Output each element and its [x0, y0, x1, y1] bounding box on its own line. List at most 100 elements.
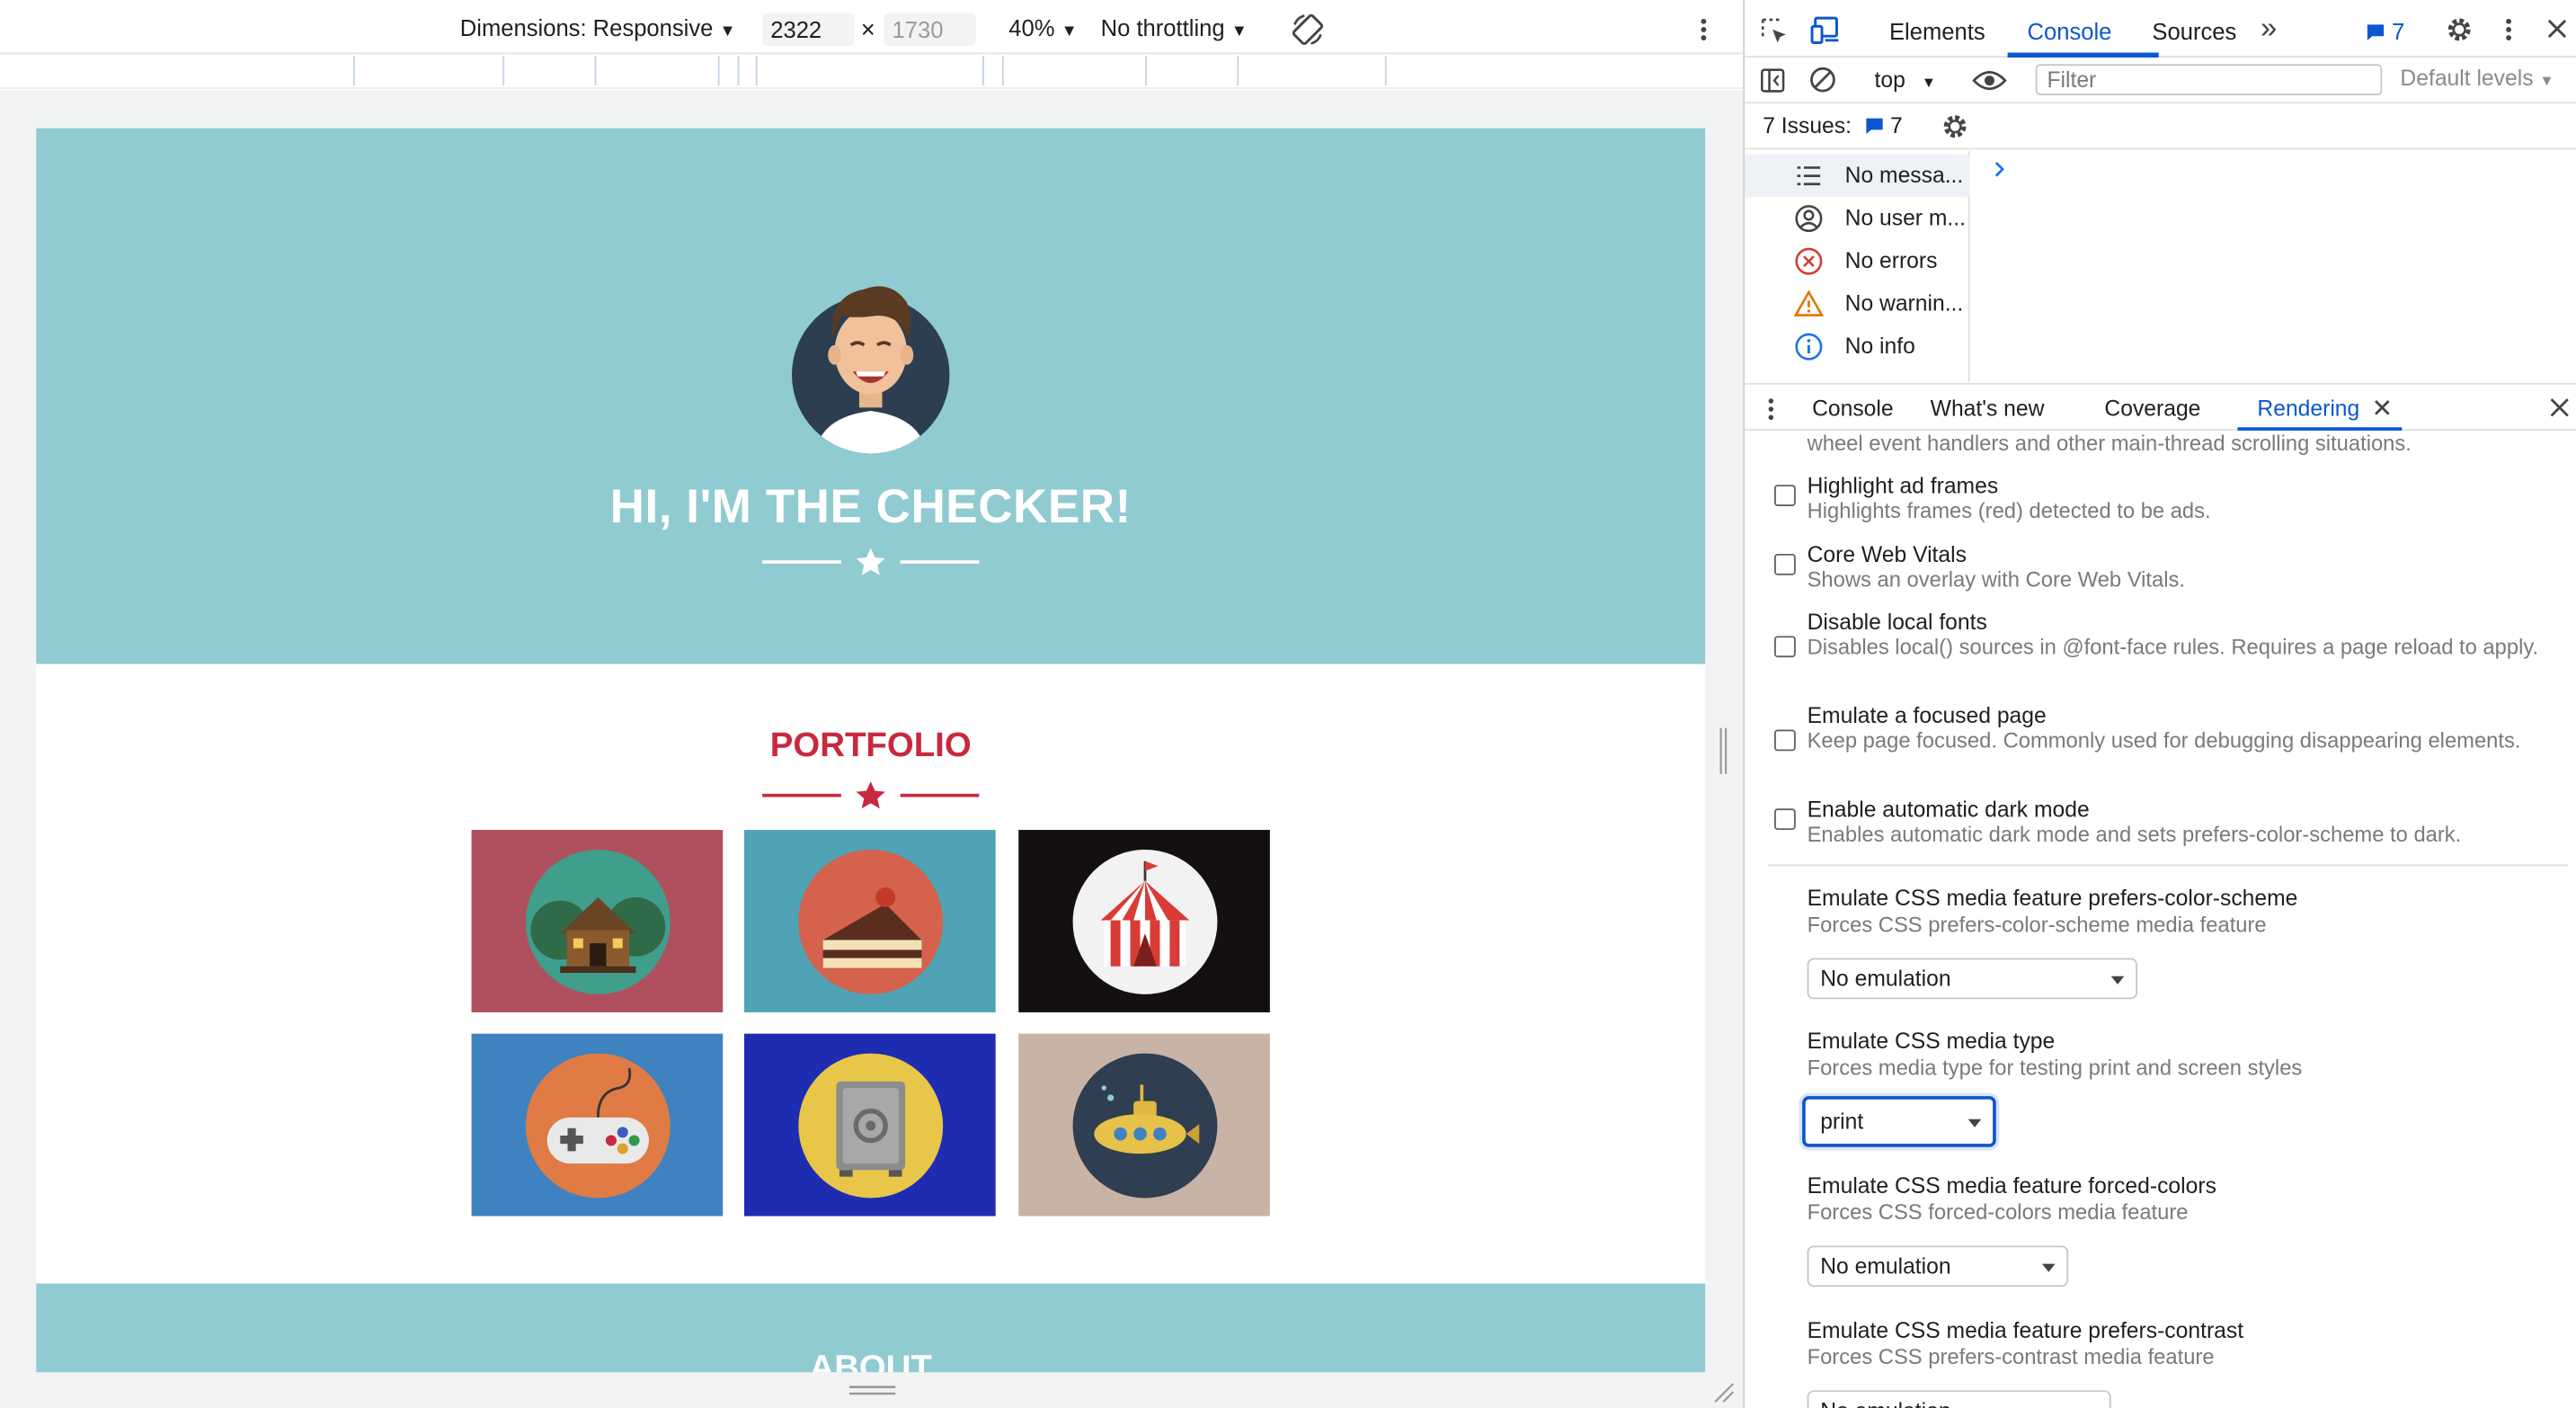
corner-resize-icon[interactable]: [1712, 1380, 1736, 1404]
issues-link[interactable]: 7 Issues: 7: [1763, 113, 1903, 138]
circus-tent-icon: [1072, 849, 1218, 994]
drawer-tabbar: Console What's new Coverage Rendering: [1745, 382, 2576, 431]
option-description: Forces media type for testing print and …: [1807, 1055, 2303, 1080]
tab-console[interactable]: Console: [2028, 18, 2112, 44]
portfolio-tile-submarine[interactable]: [1018, 1033, 1270, 1216]
zoom-label: 40%: [1008, 14, 1055, 41]
live-expression-eye-icon[interactable]: [1971, 69, 2007, 93]
portfolio-tile-game-controller[interactable]: [471, 1033, 724, 1216]
sidebar-item-label: No user m...: [1844, 205, 1967, 230]
more-options-icon[interactable]: [1693, 16, 1713, 42]
issues-count: 7: [1889, 113, 1903, 138]
portfolio-tile-cabin[interactable]: [471, 830, 724, 1012]
emulated-viewport: HI, I'M THE CHECKER! PORTFOLIO ABOUT: [36, 128, 1706, 1373]
hero-star-divider: [756, 546, 986, 579]
rotate-icon[interactable]: [1290, 12, 1326, 48]
caret-down-icon: [2041, 1263, 2056, 1272]
sidebar-item-messages[interactable]: No messa...: [1745, 154, 1970, 198]
context-label: top: [1874, 67, 1905, 93]
log-levels-label: Default levels: [2400, 66, 2534, 91]
portfolio-tile-cake[interactable]: [743, 830, 996, 1012]
console-toolbar: top ▼ Filter Default levels ▼: [1745, 58, 2576, 104]
caret-down-icon: ▼: [719, 22, 736, 41]
device-toolbar: Dimensions: Responsive ▼ 2322 × 1730 40%…: [0, 0, 1744, 55]
issues-label: 7 Issues:: [1763, 113, 1852, 138]
issues-badge-button[interactable]: 7: [2366, 18, 2404, 44]
select-value: print: [1820, 1109, 1864, 1135]
portfolio-tile-safe[interactable]: [743, 1033, 996, 1216]
prefers-contrast-select[interactable]: No emulation: [1807, 1390, 2111, 1408]
media-forced-colors: Emulate CSS media feature forced-colors …: [1808, 1173, 2563, 1225]
resize-handle-bottom[interactable]: [848, 1384, 897, 1397]
throttling-dropdown[interactable]: No throttling ▼: [1101, 14, 1248, 40]
close-devtools-icon[interactable]: [2546, 18, 2568, 40]
core-web-vitals-checkbox[interactable]: [1774, 553, 1796, 575]
dimensions-dropdown[interactable]: Dimensions: Responsive ▼: [460, 14, 736, 40]
message-icon: [2367, 24, 2385, 40]
truncated-description: wheel event handlers and other main-thre…: [1807, 430, 2412, 456]
tab-elements[interactable]: Elements: [1889, 18, 1985, 44]
drawer-menu-icon[interactable]: [1764, 396, 1778, 422]
sidebar-toggle-icon[interactable]: [1760, 67, 1786, 94]
media-prefers-color-scheme: Emulate CSS media feature prefers-color-…: [1808, 886, 2563, 937]
option-description: Disables local() sources in @font-face r…: [1807, 634, 2539, 659]
sidebar-item-warnings[interactable]: No warnin...: [1745, 282, 1969, 325]
close-drawer-icon[interactable]: [2550, 397, 2570, 417]
console-sidebar: No messa... No user m... No errors No wa…: [1745, 151, 1970, 382]
sidebar-item-label: No warnin...: [1844, 290, 1964, 316]
error-icon: [1795, 247, 1823, 275]
width-input[interactable]: 2322: [762, 13, 855, 47]
select-value: No emulation: [1820, 1398, 1950, 1408]
caret-down-icon: ▼: [1921, 74, 1937, 91]
info-icon: [1795, 333, 1823, 361]
drawer-tab-whats-new[interactable]: What's new: [1931, 396, 2045, 420]
star-icon: [856, 781, 885, 809]
sidebar-item-user-messages[interactable]: No user m...: [1745, 197, 1969, 240]
hero-title: HI, I'M THE CHECKER!: [609, 481, 1132, 535]
option-description: Forces CSS prefers-contrast media featur…: [1807, 1344, 2215, 1369]
option-description: Enables automatic dark mode and sets pre…: [1807, 821, 2462, 847]
option-description: Shows an overlay with Core Web Vitals.: [1807, 566, 2186, 593]
option-title: Emulate CSS media type: [1807, 1029, 2056, 1054]
select-value: No emulation: [1820, 1253, 1951, 1279]
forced-colors-select[interactable]: No emulation: [1807, 1245, 2069, 1288]
emulate-focused-page-checkbox[interactable]: [1774, 729, 1796, 752]
highlight-ad-frames-checkbox[interactable]: [1774, 485, 1796, 506]
throttling-label: No throttling: [1100, 14, 1225, 41]
option-description: Keep page focused. Commonly used for deb…: [1807, 727, 2521, 753]
auto-dark-mode-checkbox[interactable]: [1774, 808, 1796, 831]
inspect-element-icon[interactable]: [1760, 16, 1790, 46]
close-tab-icon[interactable]: [2374, 399, 2390, 415]
prefers-color-scheme-select[interactable]: No emulation: [1807, 958, 2137, 1000]
caret-down-icon: [2110, 976, 2125, 985]
log-levels-dropdown[interactable]: Default levels ▼: [2400, 66, 2554, 90]
more-tabs-button[interactable]: »: [2261, 12, 2277, 46]
settings-gear-icon[interactable]: [2445, 14, 2474, 44]
option-title: Core Web Vitals: [1807, 542, 1967, 567]
media-type: Emulate CSS media type Forces media type…: [1808, 1029, 2563, 1080]
drawer-tab-console[interactable]: Console: [1812, 396, 1894, 420]
media-query-ruler[interactable]: [0, 56, 1744, 89]
media-type-select[interactable]: print: [1802, 1096, 1996, 1147]
device-toggle-icon[interactable]: [1810, 14, 1843, 44]
sidebar-item-label: No messa...: [1844, 162, 1964, 188]
zoom-dropdown[interactable]: 40% ▼: [1008, 14, 1077, 40]
sidebar-item-info[interactable]: No info: [1745, 325, 1969, 369]
disable-local-fonts-checkbox[interactable]: [1774, 636, 1796, 658]
console-settings-gear-icon[interactable]: [1941, 111, 1970, 141]
resize-handle-right[interactable]: [1719, 726, 1728, 776]
height-input[interactable]: 1730: [884, 13, 976, 47]
clear-console-icon[interactable]: [1808, 66, 1836, 94]
portfolio-tile-circus[interactable]: [1018, 830, 1270, 1012]
context-selector[interactable]: top ▼: [1875, 67, 1936, 92]
portfolio-title: PORTFOLIO: [769, 726, 972, 764]
drawer-tab-coverage[interactable]: Coverage: [2104, 396, 2200, 420]
sidebar-item-errors[interactable]: No errors: [1745, 240, 1969, 283]
section-divider: [1767, 864, 2568, 867]
customize-menu-icon[interactable]: [2500, 16, 2517, 42]
option-description: Forces CSS prefers-color-scheme media fe…: [1807, 912, 2267, 937]
tab-sources[interactable]: Sources: [2152, 18, 2236, 44]
console-filter-input[interactable]: Filter: [2035, 64, 2383, 96]
option-description: Forces CSS forced-colors media feature: [1807, 1199, 2189, 1225]
drawer-tab-rendering[interactable]: Rendering: [2257, 396, 2359, 420]
